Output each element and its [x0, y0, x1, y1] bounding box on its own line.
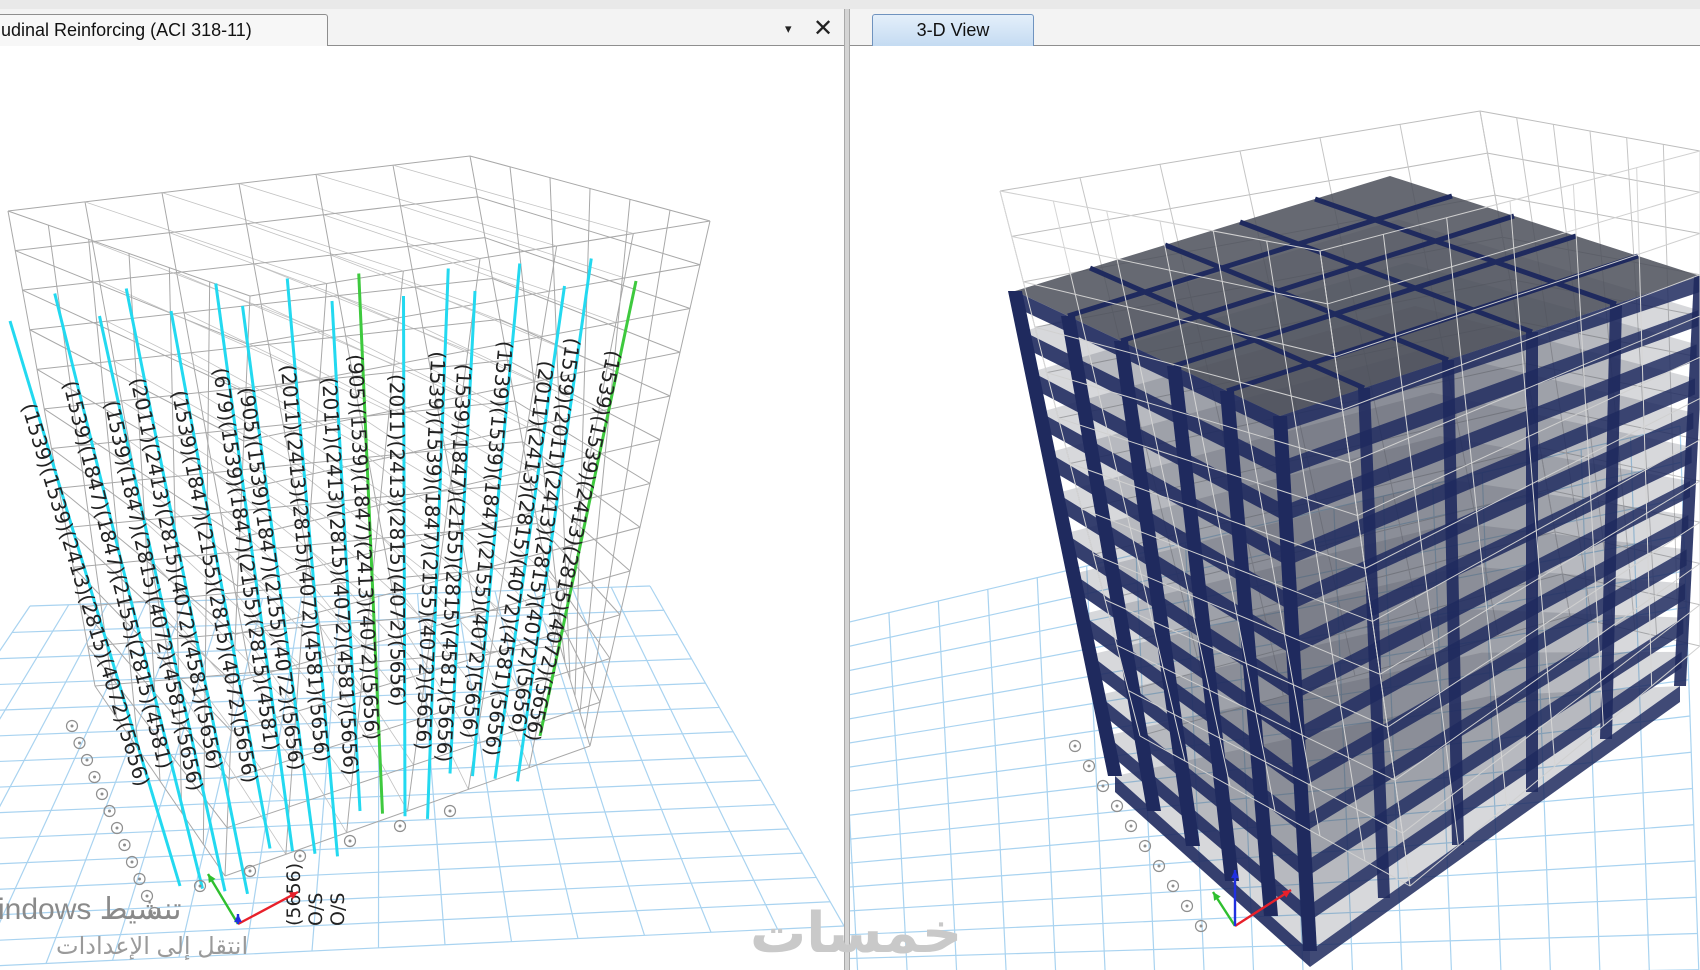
- reinforcing-3d-viewport[interactable]: (1539)(1539)(2413)(2815)(4072)(5656)(153…: [0, 46, 844, 970]
- site-logo-watermark: خمسات: [750, 901, 964, 964]
- grid-line: [850, 932, 1698, 960]
- column-reinforcing-label: (2011)(2413)(2815)(4072)(5656): [385, 374, 410, 707]
- right-view-pane[interactable]: 3-D View: [850, 9, 1700, 970]
- tab-longitudinal-reinforcing[interactable]: udinal Reinforcing (ACI 318-11): [0, 14, 328, 46]
- support-node: [1152, 859, 1166, 873]
- grid-line: [0, 828, 789, 865]
- base-reinforcing-label: O/S: [327, 893, 349, 926]
- support-node: [443, 804, 457, 818]
- support-node: [343, 834, 357, 848]
- tab-3d-view[interactable]: 3-D View: [872, 14, 1034, 46]
- support-node: [1068, 739, 1082, 753]
- grid-line: [1036, 577, 1057, 970]
- bay-line: [84, 201, 327, 284]
- bay-line: [161, 192, 404, 272]
- support-node: [393, 819, 407, 833]
- bay-line: [238, 183, 481, 259]
- activate-windows-watermark: indows تنشيط: [0, 893, 182, 926]
- support-node: [1180, 899, 1194, 913]
- model-3d-viewport[interactable]: [850, 46, 1700, 970]
- base-reinforcing-label: O/S: [305, 893, 327, 926]
- support-node: [103, 804, 116, 818]
- support-node: [80, 753, 94, 767]
- support-node: [1110, 799, 1124, 813]
- support-node: [110, 821, 124, 835]
- support-node: [293, 849, 307, 863]
- support-node: [1166, 879, 1180, 893]
- support-node: [1082, 759, 1096, 773]
- support-node: [88, 770, 101, 784]
- support-node: [1194, 919, 1208, 933]
- grid-line: [0, 803, 775, 839]
- support-node: [1124, 819, 1138, 833]
- chevron-down-icon[interactable]: ▾: [785, 21, 792, 37]
- support-node: [65, 719, 79, 733]
- right-tab-bar: 3-D View: [850, 9, 1700, 46]
- support-node: [118, 838, 131, 852]
- column: [1526, 332, 1538, 792]
- support-node: [95, 787, 109, 801]
- bay-line: [169, 232, 399, 319]
- grid-line: [987, 589, 1007, 970]
- activate-windows-hint: انتقل إلى الإعدادات: [56, 933, 249, 960]
- close-icon[interactable]: ✕: [813, 14, 833, 43]
- left-tab-bar: udinal Reinforcing (ACI 318-11) ▾ ✕: [0, 9, 844, 46]
- left-view-pane[interactable]: udinal Reinforcing (ACI 318-11) ▾ ✕ (153…: [0, 9, 844, 970]
